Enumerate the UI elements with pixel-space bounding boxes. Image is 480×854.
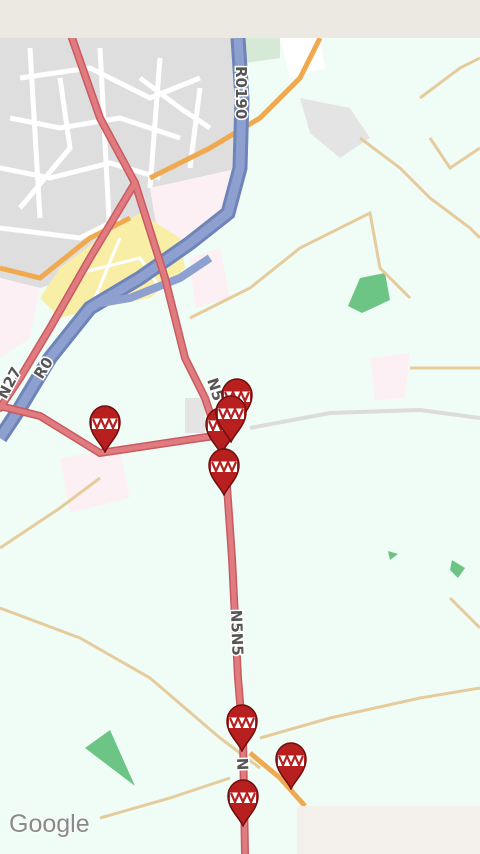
- gray-area: [300, 98, 370, 158]
- hot-air-balloon-pin-icon[interactable]: [274, 742, 308, 790]
- attribution-panel: [297, 806, 480, 854]
- hot-air-balloon-pin-icon[interactable]: [88, 405, 122, 453]
- retail-zone: [370, 353, 410, 400]
- park: [85, 730, 135, 786]
- road-label-n5-middle: N5N5: [227, 610, 247, 657]
- hot-air-balloon-pin-icon[interactable]: [226, 779, 260, 827]
- retail-zone: [190, 248, 230, 308]
- hot-air-balloon-pin-icon[interactable]: [214, 395, 248, 443]
- road-label-n5-lower: N: [233, 758, 251, 771]
- park: [388, 551, 398, 560]
- park: [450, 560, 465, 578]
- hot-air-balloon-pin-icon[interactable]: [207, 448, 241, 496]
- park: [348, 273, 390, 313]
- google-logo: Google: [9, 810, 90, 838]
- map-view[interactable]: R0190 R0 N27 N5 N5N5 N Google: [0, 38, 480, 854]
- status-bar: [0, 0, 480, 38]
- road-label-r0190: R0190: [232, 66, 250, 119]
- retail-zone: [0, 278, 40, 358]
- hot-air-balloon-pin-icon[interactable]: [225, 704, 259, 752]
- gray-area: [185, 398, 205, 433]
